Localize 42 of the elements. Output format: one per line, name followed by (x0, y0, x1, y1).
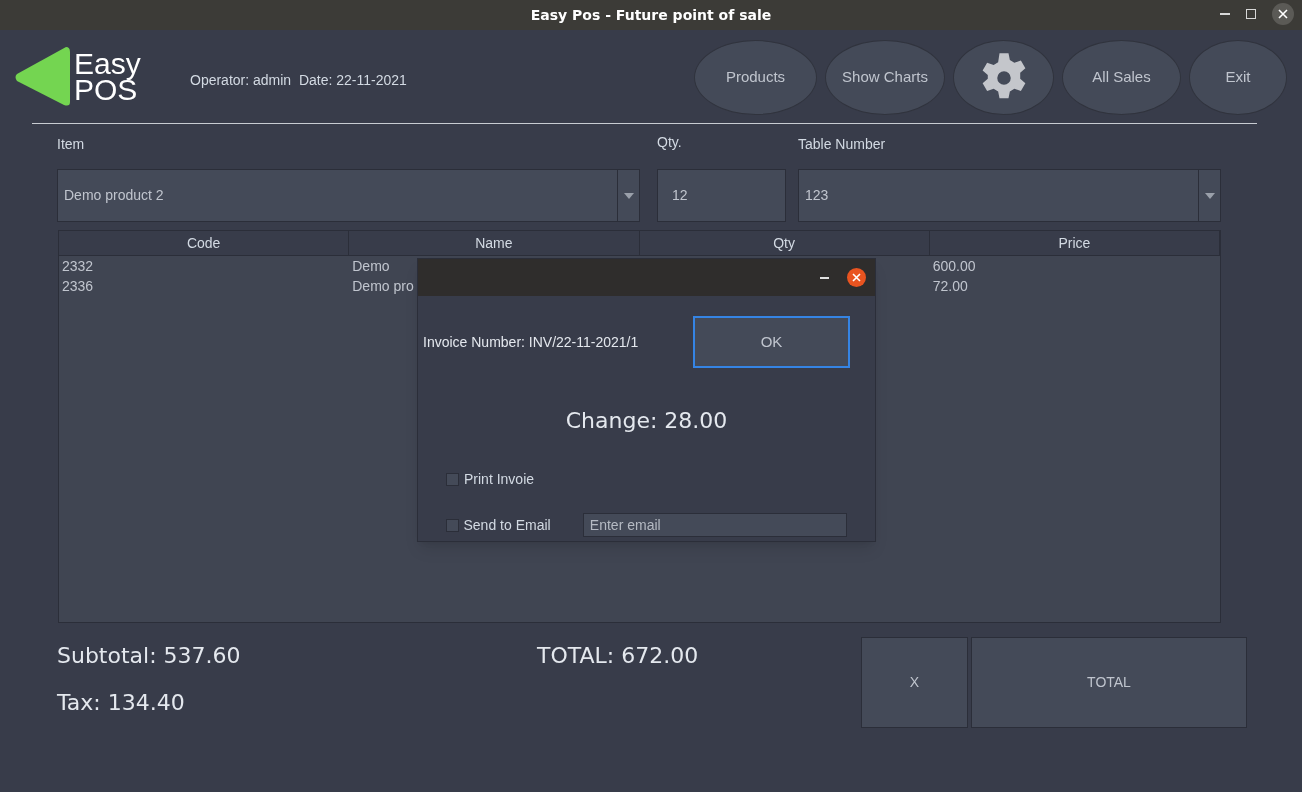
change-text: Change: 28.00 (565, 407, 728, 435)
table-cell: Demo (352, 258, 390, 274)
table-number-label: Table Number (798, 135, 887, 154)
column-header: Price (929, 231, 1220, 255)
logo: Easy POS (14, 46, 164, 107)
dropdown-arrow-icon (623, 192, 634, 199)
nav-button[interactable]: Exit (1189, 40, 1287, 115)
subtotal-text: Subtotal: 537.60 (57, 642, 242, 670)
checkbox-label: Print Invoie (464, 469, 536, 489)
ok-button[interactable]: OK (693, 316, 850, 368)
qty-label: Qty. (657, 133, 683, 152)
dropdown-arrow-icon (1204, 192, 1215, 199)
checkbox-label: Send to Email (463, 515, 552, 535)
minimize-icon[interactable] (820, 276, 829, 279)
nav-button[interactable]: Products (694, 40, 817, 115)
nav-button[interactable]: All Sales (1062, 40, 1181, 115)
maximize-icon[interactable] (1246, 9, 1256, 19)
table-cell: 72.00 (932, 278, 968, 294)
tax-text: Tax: 134.40 (57, 689, 186, 717)
window-title: Easy Pos - Future point of sale (530, 5, 772, 25)
column-header: Name (349, 231, 640, 255)
total-button[interactable]: TOTAL (971, 637, 1247, 728)
table-cell: 2332 (62, 258, 94, 274)
email-field[interactable]: Enter email (582, 513, 847, 537)
nav-button[interactable]: Show Charts (825, 40, 945, 115)
clear-button[interactable]: X (861, 637, 968, 728)
table-cell: 600.00 (932, 258, 976, 274)
close-icon[interactable] (847, 268, 866, 287)
checkbox[interactable] (446, 472, 459, 486)
checkbox[interactable] (446, 518, 459, 532)
table-cell: Demo pro (352, 278, 414, 294)
column-header: Code (59, 231, 350, 255)
column-header: Qty (639, 231, 930, 255)
invoice-number: Invoice Number: INV/22-11-2021/1 (423, 332, 639, 352)
table-cell: 2336 (62, 278, 94, 294)
total-text: TOTAL: 672.00 (537, 642, 699, 670)
item-select[interactable]: Demo product 2 (57, 169, 640, 222)
item-label: Item (57, 135, 86, 154)
qty-field[interactable]: 12 (657, 169, 786, 222)
table-number-select[interactable]: 123 (798, 169, 1221, 222)
close-icon[interactable] (1272, 3, 1294, 25)
session-info: Operator: admin Date: 22-11-2021 (190, 71, 407, 90)
